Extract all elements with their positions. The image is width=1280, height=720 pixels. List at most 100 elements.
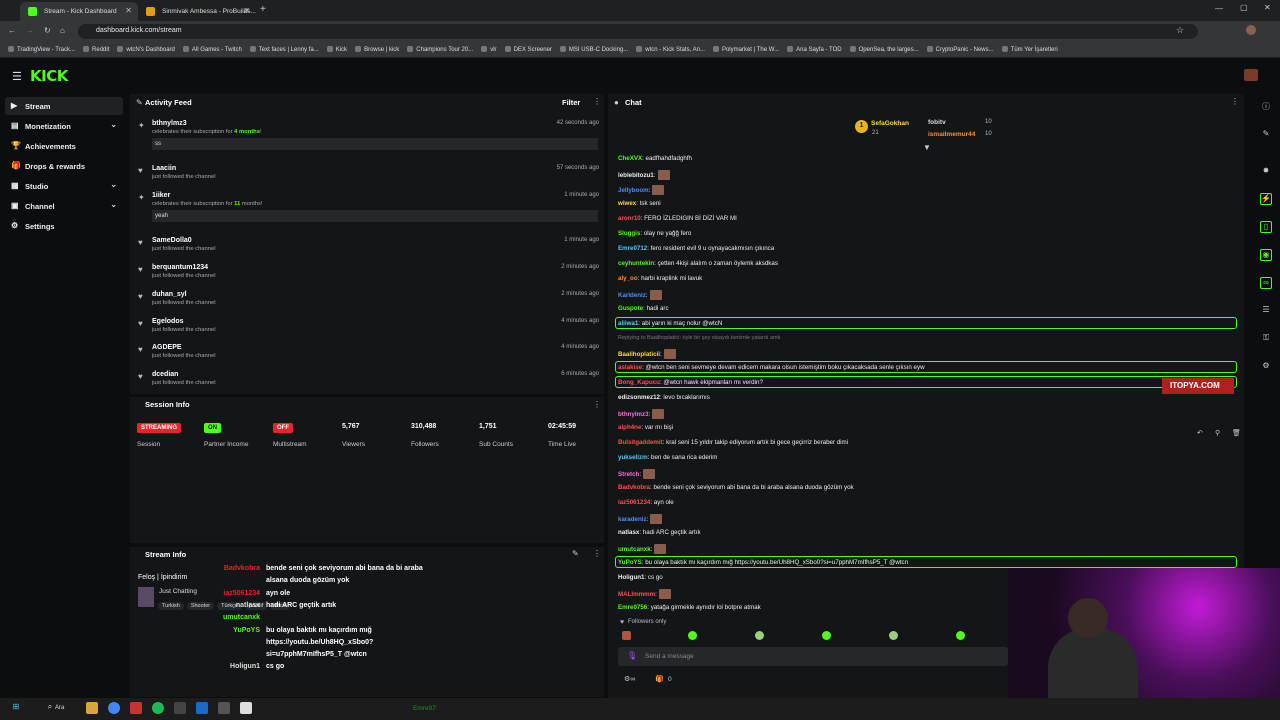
reload-icon[interactable]: ↻ (44, 26, 51, 35)
chat-username[interactable]: karadeniz (618, 516, 647, 523)
key-icon[interactable]: ⚿ (1260, 333, 1272, 345)
filter-button[interactable]: Filter (562, 98, 580, 107)
chat-username[interactable]: alph4ne (618, 424, 641, 431)
bookmark-item[interactable]: Tüm Yer İşaretleri (1001, 46, 1058, 53)
pin-message-icon[interactable]: ⚲ (1215, 429, 1220, 437)
chat-username[interactable]: Bong_Kapucu (618, 379, 660, 386)
chat-icon[interactable]: ◉ (1260, 249, 1272, 261)
menu-icon[interactable]: ☰ (12, 70, 22, 83)
windows-start-icon[interactable]: ⊞ (10, 702, 22, 714)
nav-item-stream[interactable]: ▶ Stream (5, 97, 123, 115)
chat-username[interactable]: umutcanxk (618, 546, 651, 553)
phone-icon[interactable]: ▯ (1260, 221, 1272, 233)
chat-username[interactable]: iaz5061234 (618, 499, 650, 506)
chat-username[interactable]: Stretch (618, 471, 639, 478)
bookmark-item[interactable]: MSI USB-C Docking... (559, 46, 628, 53)
delete-message-icon[interactable]: 🗑 (1232, 429, 1241, 437)
chat-username[interactable]: Sluggis (618, 230, 640, 237)
lightning-icon[interactable]: ⚡ (1260, 193, 1272, 205)
feed-username[interactable]: berquantum1234 (152, 264, 605, 271)
bookmark-item[interactable]: OpenSea, the larges... (849, 46, 919, 53)
emote-icon[interactable] (822, 631, 831, 640)
layers-icon[interactable]: ☰ (1260, 305, 1272, 317)
edit-icon[interactable]: ✎ (572, 549, 579, 558)
nav-item-drops-rewards[interactable]: 🎁 Drops & rewards (5, 157, 123, 175)
feed-username[interactable]: SameDolla0 (152, 237, 605, 244)
chat-username[interactable]: Holigun1 (618, 574, 644, 581)
settings-icon[interactable]: ⚙ (1260, 361, 1272, 373)
new-tab-icon[interactable]: + (260, 4, 266, 15)
chat-username[interactable]: aliiwa1 (618, 320, 638, 327)
tab-probuilds[interactable]: Sinmivak Ambessa - ProBuilds... ✕ (138, 2, 256, 21)
emote-icon[interactable] (622, 631, 631, 640)
more-options-icon[interactable]: ⋮ (593, 97, 601, 106)
chat-username[interactable]: aslakise (618, 364, 642, 371)
feed-username[interactable]: Laaciin (152, 165, 605, 172)
chat-username[interactable]: natlasx (618, 529, 639, 536)
chat-username[interactable]: aronr10 (618, 215, 641, 222)
bookmark-item[interactable]: Ana Sayfa - TOD (787, 46, 842, 53)
chrome-icon[interactable] (108, 702, 120, 714)
feed-username[interactable]: Egelodos (152, 318, 605, 325)
emote-icon[interactable] (688, 631, 697, 640)
url-field[interactable]: dashboard.kick.com/stream (78, 24, 1198, 39)
home-icon[interactable]: ⌂ (60, 26, 65, 35)
info-icon[interactable]: ⓘ (1260, 101, 1272, 113)
chat-username[interactable]: MALImmmm (618, 591, 655, 598)
chat-username[interactable]: Badvkobra (618, 484, 650, 491)
back-icon[interactable]: ← (8, 26, 16, 35)
emote-icon[interactable] (755, 631, 764, 640)
chevron-down-icon[interactable]: ⌄ (110, 120, 117, 129)
feed-username[interactable]: AGDEPE (152, 344, 605, 351)
gift-icon[interactable]: 🎁 (655, 675, 664, 683)
reply-icon[interactable]: ↶ (1197, 429, 1203, 437)
taskbar-search-label[interactable]: Ara (55, 705, 64, 711)
feed-username[interactable]: 1iiker (152, 192, 605, 199)
bookmark-item[interactable]: Polymarket | The W... (712, 46, 779, 53)
spotify-icon[interactable] (152, 702, 164, 714)
bookmark-item[interactable]: TradingView - Track... (8, 46, 75, 53)
more-options-icon[interactable]: ⋮ (1231, 97, 1239, 106)
close-tab-icon[interactable]: ✕ (125, 6, 132, 15)
chat-username[interactable]: Bulsitgaddemit (618, 439, 663, 446)
chat-username[interactable]: Baalihoplaticii (618, 351, 660, 358)
bookmark-item[interactable]: wtcn - Kick Stats, An... (636, 46, 705, 53)
chat-username[interactable]: aly_oo (618, 275, 638, 282)
microphone-icon[interactable]: 🎙 (627, 651, 637, 660)
emote-icon[interactable] (889, 631, 898, 640)
bookmark-item[interactable]: Kick (326, 46, 347, 53)
app-icon[interactable] (130, 702, 142, 714)
stream-tag[interactable]: Turkish (158, 602, 184, 610)
tab-stream-dashboard[interactable]: Stream - Kick Dashboard ✕ (20, 2, 138, 21)
bookmark-item[interactable]: All Games - Twitch (182, 46, 242, 53)
bookmark-item[interactable]: Champions Tour 20... (407, 46, 473, 53)
chat-username[interactable]: wiwex (618, 200, 636, 207)
chevron-down-icon[interactable]: ⌄ (110, 180, 117, 189)
close-tab-icon[interactable]: ✕ (243, 6, 250, 15)
more-options-icon[interactable]: ⋮ (593, 549, 601, 558)
app-icon[interactable] (174, 702, 186, 714)
bug-icon[interactable]: ✸ (1260, 166, 1272, 178)
forward-icon[interactable]: → (26, 26, 34, 35)
bookmark-item[interactable]: vlr (481, 46, 497, 53)
profile-avatar[interactable] (1246, 25, 1256, 35)
bookmark-item[interactable]: DEX Screener (504, 46, 552, 53)
app-icon[interactable] (218, 702, 230, 714)
bookmark-item[interactable]: Browse | kick (355, 46, 399, 53)
chat-username[interactable]: Guspote (618, 305, 643, 312)
stream-tag[interactable]: Shooter (186, 602, 215, 610)
collapse-icon[interactable]: ▼ (923, 143, 931, 152)
chat-username[interactable]: yukselizm (618, 454, 648, 461)
chat-username[interactable]: Emre0712 (618, 245, 647, 252)
nav-item-studio[interactable]: ▦ Studio ⌄ (5, 177, 123, 195)
bookmark-item[interactable]: wtcN's Dashboard (117, 46, 175, 53)
chat-username[interactable]: Jellyboom (618, 187, 649, 194)
nav-item-monetization[interactable]: ▤ Monetization ⌄ (5, 117, 123, 135)
minimize-icon[interactable]: — (1215, 4, 1223, 13)
bookmark-star-icon[interactable]: ☆ (1176, 25, 1184, 36)
chat-username[interactable]: edizsonmez12 (618, 394, 660, 401)
edit-icon[interactable]: ✎ (1260, 129, 1272, 141)
nav-item-channel[interactable]: ▣ Channel ⌄ (5, 197, 123, 215)
link-icon[interactable]: ∞ (1260, 277, 1272, 289)
chevron-down-icon[interactable]: ⌄ (110, 200, 117, 209)
